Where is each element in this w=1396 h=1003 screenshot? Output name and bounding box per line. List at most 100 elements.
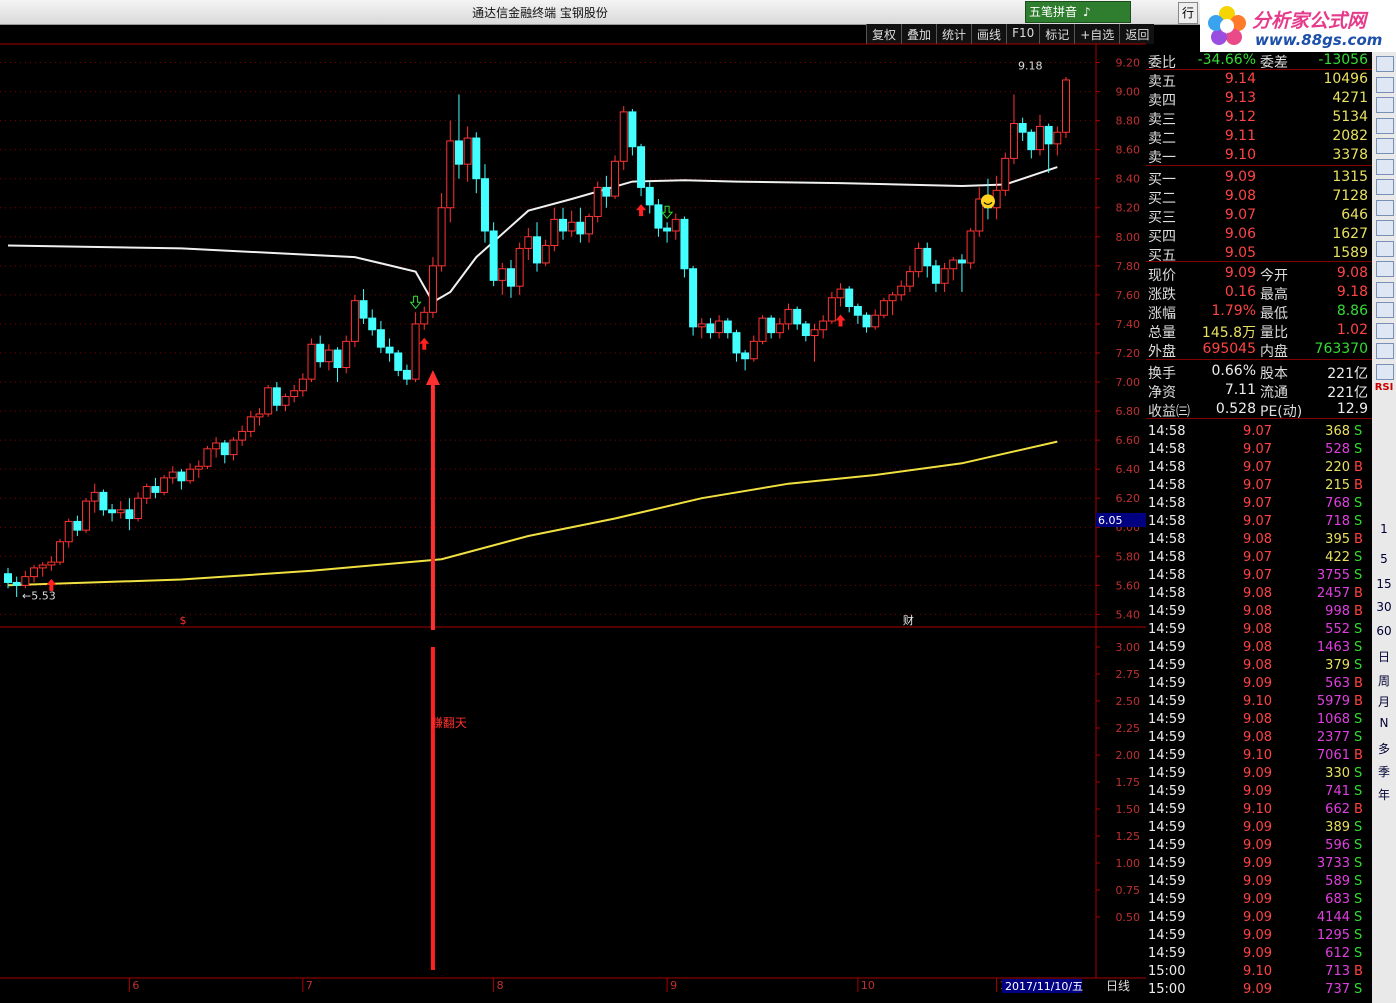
candle-up	[914, 247, 923, 273]
candle-down	[316, 343, 325, 363]
tick-side: S	[1354, 730, 1363, 745]
sidebar-tool-icon[interactable]	[1376, 117, 1394, 134]
tick-price: 9.09	[1243, 892, 1272, 907]
candle-up	[567, 221, 576, 232]
quote-value-2: 221亿	[1327, 385, 1368, 401]
tick-side: S	[1354, 784, 1363, 799]
candle-up	[411, 323, 420, 380]
tick-price: 9.07	[1243, 424, 1272, 439]
tick-price: 9.09	[1243, 874, 1272, 889]
candle-up	[1009, 123, 1018, 159]
sidebar-tool-icon[interactable]	[1376, 302, 1394, 318]
tick-volume: 741	[1325, 784, 1350, 799]
tick-row: 14:58 9.08 2457 B	[1146, 586, 1372, 605]
sidebar-tool-icon[interactable]	[1376, 322, 1394, 339]
sidebar-tool-icon[interactable]	[1376, 179, 1394, 195]
sidebar-tool-icon[interactable]	[1376, 76, 1394, 93]
quote-value: -34.66%	[1197, 52, 1256, 68]
sidebar-tool-icon[interactable]	[1376, 158, 1394, 175]
candle-up	[38, 564, 47, 569]
tick-volume: 589	[1325, 874, 1350, 889]
tick-price: 9.10	[1243, 694, 1272, 709]
sidebar-period-2[interactable]: 5	[1372, 552, 1396, 566]
tick-price: 9.07	[1243, 460, 1272, 475]
tick-price: 9.08	[1243, 532, 1272, 547]
finance-marker: 财	[903, 613, 914, 627]
sidebar-tool-icon[interactable]	[1376, 363, 1394, 380]
sidebar-tool-icon[interactable]	[1376, 220, 1394, 236]
sidebar-period-9[interactable]: N	[1372, 716, 1396, 730]
tick-time: 14:58	[1148, 460, 1186, 475]
sidebar-period-12[interactable]: 年	[1372, 786, 1396, 803]
sidebar-period-6[interactable]: 日	[1372, 648, 1396, 665]
candle-down	[368, 317, 377, 331]
candle-down	[923, 247, 932, 267]
sidebar-tool-icon[interactable]	[1376, 343, 1394, 359]
sidebar-period-10[interactable]: 多	[1372, 740, 1396, 757]
kline-chart[interactable]: 9.20 9.00 8.80 8.60 8.40 8.20 8.00 7.80 7.60 7.40…	[0, 0, 1146, 1003]
sidebar-period-11[interactable]: 季	[1372, 763, 1396, 780]
tick-time: 14:58	[1148, 424, 1186, 439]
quote-value: 9.10	[1224, 147, 1256, 163]
tick-side: S	[1354, 946, 1363, 961]
candle-up	[611, 160, 620, 197]
sidebar-period-5[interactable]: 60	[1372, 624, 1396, 638]
tick-row: 14:59 9.10 5979 B	[1146, 694, 1372, 713]
quote-value-2: 12.9	[1336, 401, 1368, 417]
candle-up	[47, 561, 56, 566]
sidebar-tool-icon[interactable]	[1376, 199, 1394, 216]
sidebar-tool-icon[interactable]	[1376, 56, 1394, 72]
tick-volume: 713	[1325, 964, 1350, 979]
tick-volume: 2457	[1316, 586, 1350, 601]
candle-up	[758, 317, 767, 342]
candle-down	[359, 300, 368, 319]
sidebar-period-7[interactable]: 周	[1372, 672, 1396, 689]
tick-volume: 683	[1325, 892, 1350, 907]
quote-row: 现价 9.09 今开 9.08	[1146, 265, 1372, 284]
sidebar-tool-icon[interactable]	[1376, 97, 1394, 113]
sidebar-period-0[interactable]: RSI	[1372, 382, 1396, 393]
tick-volume: 662	[1325, 802, 1350, 817]
price-tick-label: 7.80	[1116, 260, 1141, 273]
candle-up	[619, 111, 628, 162]
sidebar-period-1[interactable]: 1	[1372, 522, 1396, 536]
tick-price: 9.08	[1243, 712, 1272, 727]
sidebar-tool-icon[interactable]	[1376, 240, 1394, 257]
candle-down	[706, 323, 715, 334]
candle-up	[30, 567, 39, 578]
tick-time: 14:59	[1148, 748, 1186, 763]
smiley-icon	[980, 194, 995, 209]
sidebar-period-8[interactable]: 月	[1372, 693, 1396, 710]
candle-down	[637, 146, 646, 188]
sell-arrow-icon	[409, 295, 422, 310]
quote-label: 卖一	[1148, 150, 1176, 166]
candle-down	[602, 186, 611, 197]
tick-side: S	[1354, 820, 1363, 835]
event-marker: $	[179, 614, 186, 627]
quote-value: 9.11	[1224, 128, 1256, 144]
candle-down	[376, 329, 385, 348]
menu-button[interactable]: 行	[1178, 2, 1198, 24]
time-tick-label: 8	[497, 979, 504, 992]
sidebar-tool-icon[interactable]	[1376, 261, 1394, 277]
candle-up	[697, 323, 706, 328]
tick-side: S	[1354, 838, 1363, 853]
sidebar-tool-icon[interactable]	[1376, 138, 1394, 154]
tick-volume: 330	[1325, 766, 1350, 781]
tick-time: 14:59	[1148, 730, 1186, 745]
quote-row: 买二 9.08 7128	[1146, 188, 1372, 207]
quote-label-2: 最高	[1260, 287, 1288, 303]
quote-value-2: 8.86	[1336, 303, 1368, 319]
sidebar-tool-icon[interactable]	[1376, 281, 1394, 298]
sidebar-period-3[interactable]: 15	[1372, 577, 1396, 591]
low-price-label: ←5.53	[22, 590, 56, 603]
tick-time: 15:00	[1148, 964, 1186, 979]
tick-side: S	[1354, 712, 1363, 727]
sidebar-period-4[interactable]: 30	[1372, 600, 1396, 614]
indicator-tick-label: 2.75	[1116, 668, 1141, 681]
quote-separator	[1146, 69, 1372, 70]
candle-down	[645, 186, 654, 206]
candle-up	[142, 486, 151, 499]
candle-up	[298, 378, 307, 392]
tick-price: 9.09	[1243, 820, 1272, 835]
